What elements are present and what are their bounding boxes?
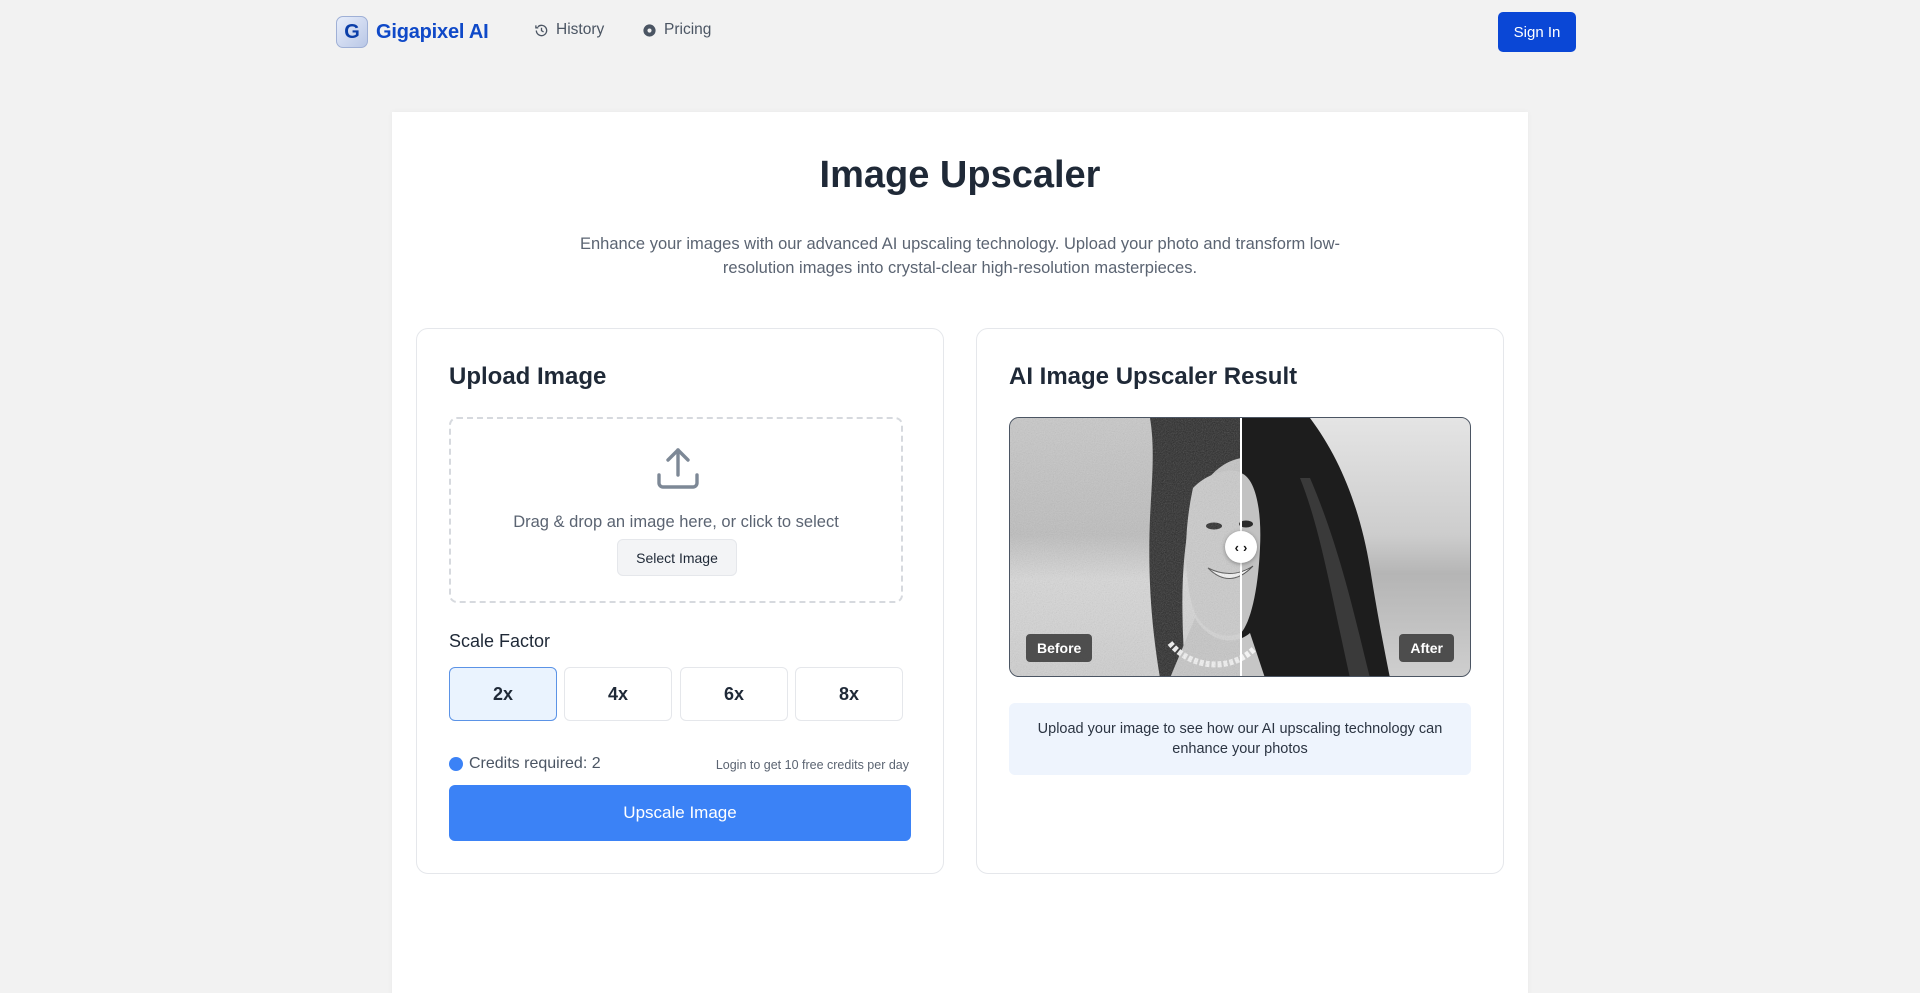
sign-in-button[interactable]: Sign In — [1498, 12, 1576, 52]
brand-logo-icon: G — [336, 16, 368, 48]
before-after-comparison[interactable]: ‹ › Before After — [1009, 417, 1471, 677]
login-hint: Login to get 10 free credits per day — [715, 758, 909, 772]
nav-history-label: History — [556, 21, 605, 38]
brand[interactable]: G Gigapixel AI — [336, 16, 489, 48]
upload-panel: Upload Image Drag & drop an image here, … — [416, 328, 944, 874]
history-icon — [535, 24, 548, 36]
page-subtitle: Enhance your images with our advanced AI… — [579, 235, 1341, 277]
result-panel: AI Image Upscaler Result ‹ › Before Afte… — [976, 328, 1504, 874]
result-info-text: Upload your image to see how our AI upsc… — [1037, 721, 1443, 757]
credits-dot-icon — [449, 757, 463, 771]
scale-factor-label: Scale Factor — [449, 631, 551, 651]
upload-icon — [657, 448, 699, 489]
page-title: Image Upscaler — [819, 154, 1101, 196]
before-label: Before — [1026, 634, 1093, 662]
brand-name: Gigapixel AI — [376, 20, 489, 43]
result-panel-title: AI Image Upscaler Result — [1009, 363, 1298, 390]
scale-2x-button[interactable]: 2x — [449, 667, 557, 721]
result-info-box: Upload your image to see how our AI upsc… — [1009, 703, 1471, 775]
nav-pricing-label: Pricing — [664, 21, 712, 38]
scale-8x-button[interactable]: 8x — [795, 667, 903, 721]
credits-info: Credits required: 2 — [449, 755, 601, 773]
upscale-image-button[interactable]: Upscale Image — [449, 785, 911, 841]
nav-history[interactable]: History — [534, 21, 604, 39]
select-image-button[interactable]: Select Image — [617, 539, 737, 576]
pricing-icon — [643, 23, 656, 37]
credits-text: Credits required: 2 — [469, 755, 601, 772]
image-dropzone[interactable]: Drag & drop an image here, or click to s… — [449, 417, 903, 603]
nav-pricing[interactable]: Pricing — [642, 21, 711, 39]
dropzone-text: Drag & drop an image here, or click to s… — [513, 513, 839, 531]
after-label: After — [1399, 634, 1454, 662]
scale-6x-button[interactable]: 6x — [680, 667, 788, 721]
comparison-slider-handle[interactable]: ‹ › — [1225, 531, 1257, 563]
top-nav: G Gigapixel AI History Pricing Sign In — [0, 0, 1920, 64]
chevron-left-icon: ‹ — [1234, 539, 1239, 555]
scale-4x-button[interactable]: 4x — [564, 667, 672, 721]
chevron-right-icon: › — [1243, 539, 1248, 555]
upload-panel-title: Upload Image — [449, 363, 607, 390]
